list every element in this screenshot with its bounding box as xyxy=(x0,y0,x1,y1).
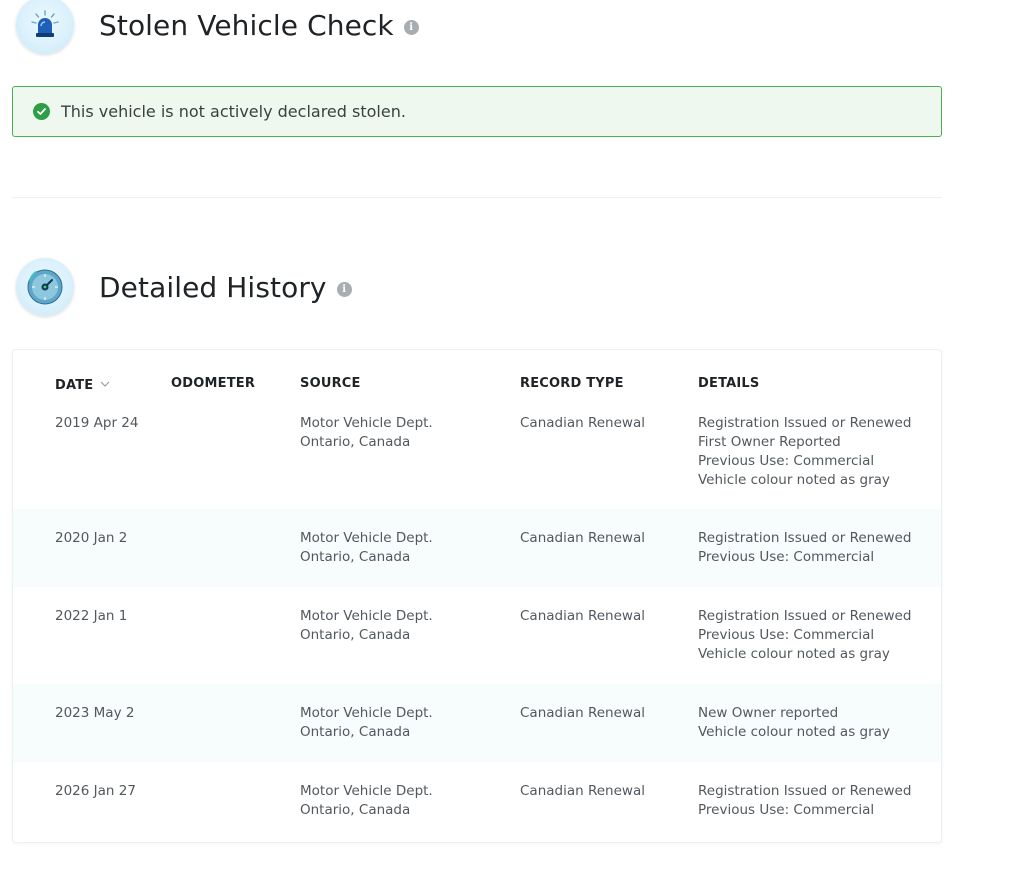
info-icon[interactable]: i xyxy=(336,281,352,297)
info-icon[interactable]: i xyxy=(403,19,419,35)
row-details: Registration Issued or Renewed Previous U… xyxy=(698,608,912,662)
siren-icon xyxy=(16,0,74,54)
table-row: 2019 Apr 24 Motor Vehicle Dept. Ontario, … xyxy=(13,402,941,509)
row-source: Motor Vehicle Dept. Ontario, Canada xyxy=(300,530,433,565)
stolen-status-text: This vehicle is not actively declared st… xyxy=(61,102,406,121)
row-date: 2022 Jan 1 xyxy=(55,608,128,624)
section-divider xyxy=(12,197,942,198)
table-header: DATE ODOMETER SOURCE RECORD TYPE DETAILS xyxy=(13,376,941,396)
history-title: Detailed History xyxy=(99,270,327,304)
stolen-check-title: Stolen Vehicle Check xyxy=(99,8,394,42)
row-date: 2026 Jan 27 xyxy=(55,783,136,799)
row-details: Registration Issued or Renewed First Owne… xyxy=(698,415,912,488)
row-date: 2023 May 2 xyxy=(55,705,135,721)
table-row: 2022 Jan 1 Motor Vehicle Dept. Ontario, C… xyxy=(13,587,941,684)
table-row: 2026 Jan 27 Motor Vehicle Dept. Ontario, … xyxy=(13,762,941,842)
column-header-source: SOURCE xyxy=(300,376,361,391)
column-header-odometer: ODOMETER xyxy=(171,376,256,391)
row-details: New Owner reported Vehicle colour noted a… xyxy=(698,705,890,740)
odometer-gauge-icon xyxy=(16,258,74,316)
row-date: 2019 Apr 24 xyxy=(55,415,139,431)
row-record-type: Canadian Renewal xyxy=(520,783,645,799)
column-header-date[interactable]: DATE xyxy=(55,376,110,393)
column-header-record-type: RECORD TYPE xyxy=(520,376,624,391)
history-header: Detailed History i xyxy=(16,258,352,316)
row-source: Motor Vehicle Dept. Ontario, Canada xyxy=(300,608,433,643)
row-record-type: Canadian Renewal xyxy=(520,705,645,721)
row-source: Motor Vehicle Dept. Ontario, Canada xyxy=(300,783,433,818)
history-table: DATE ODOMETER SOURCE RECORD TYPE DETAILS… xyxy=(12,349,942,843)
row-details: Registration Issued or Renewed Previous U… xyxy=(698,530,912,565)
column-header-details: DETAILS xyxy=(698,376,760,391)
table-row: 2020 Jan 2 Motor Vehicle Dept. Ontario, C… xyxy=(13,509,941,587)
row-record-type: Canadian Renewal xyxy=(520,415,645,431)
stolen-status-alert: This vehicle is not actively declared st… xyxy=(12,86,942,137)
row-record-type: Canadian Renewal xyxy=(520,530,645,546)
row-source: Motor Vehicle Dept. Ontario, Canada xyxy=(300,705,433,740)
table-row: 2023 May 2 Motor Vehicle Dept. Ontario, C… xyxy=(13,684,941,762)
row-source: Motor Vehicle Dept. Ontario, Canada xyxy=(300,415,433,450)
check-circle-icon xyxy=(33,103,50,120)
row-details: Registration Issued or Renewed Previous U… xyxy=(698,783,912,818)
vehicle-report-page: Stolen Vehicle Check i This vehicle is n… xyxy=(0,0,1028,878)
row-date: 2020 Jan 2 xyxy=(55,530,128,546)
row-record-type: Canadian Renewal xyxy=(520,608,645,624)
chevron-down-icon xyxy=(100,376,110,391)
stolen-check-header: Stolen Vehicle Check i xyxy=(16,0,419,54)
